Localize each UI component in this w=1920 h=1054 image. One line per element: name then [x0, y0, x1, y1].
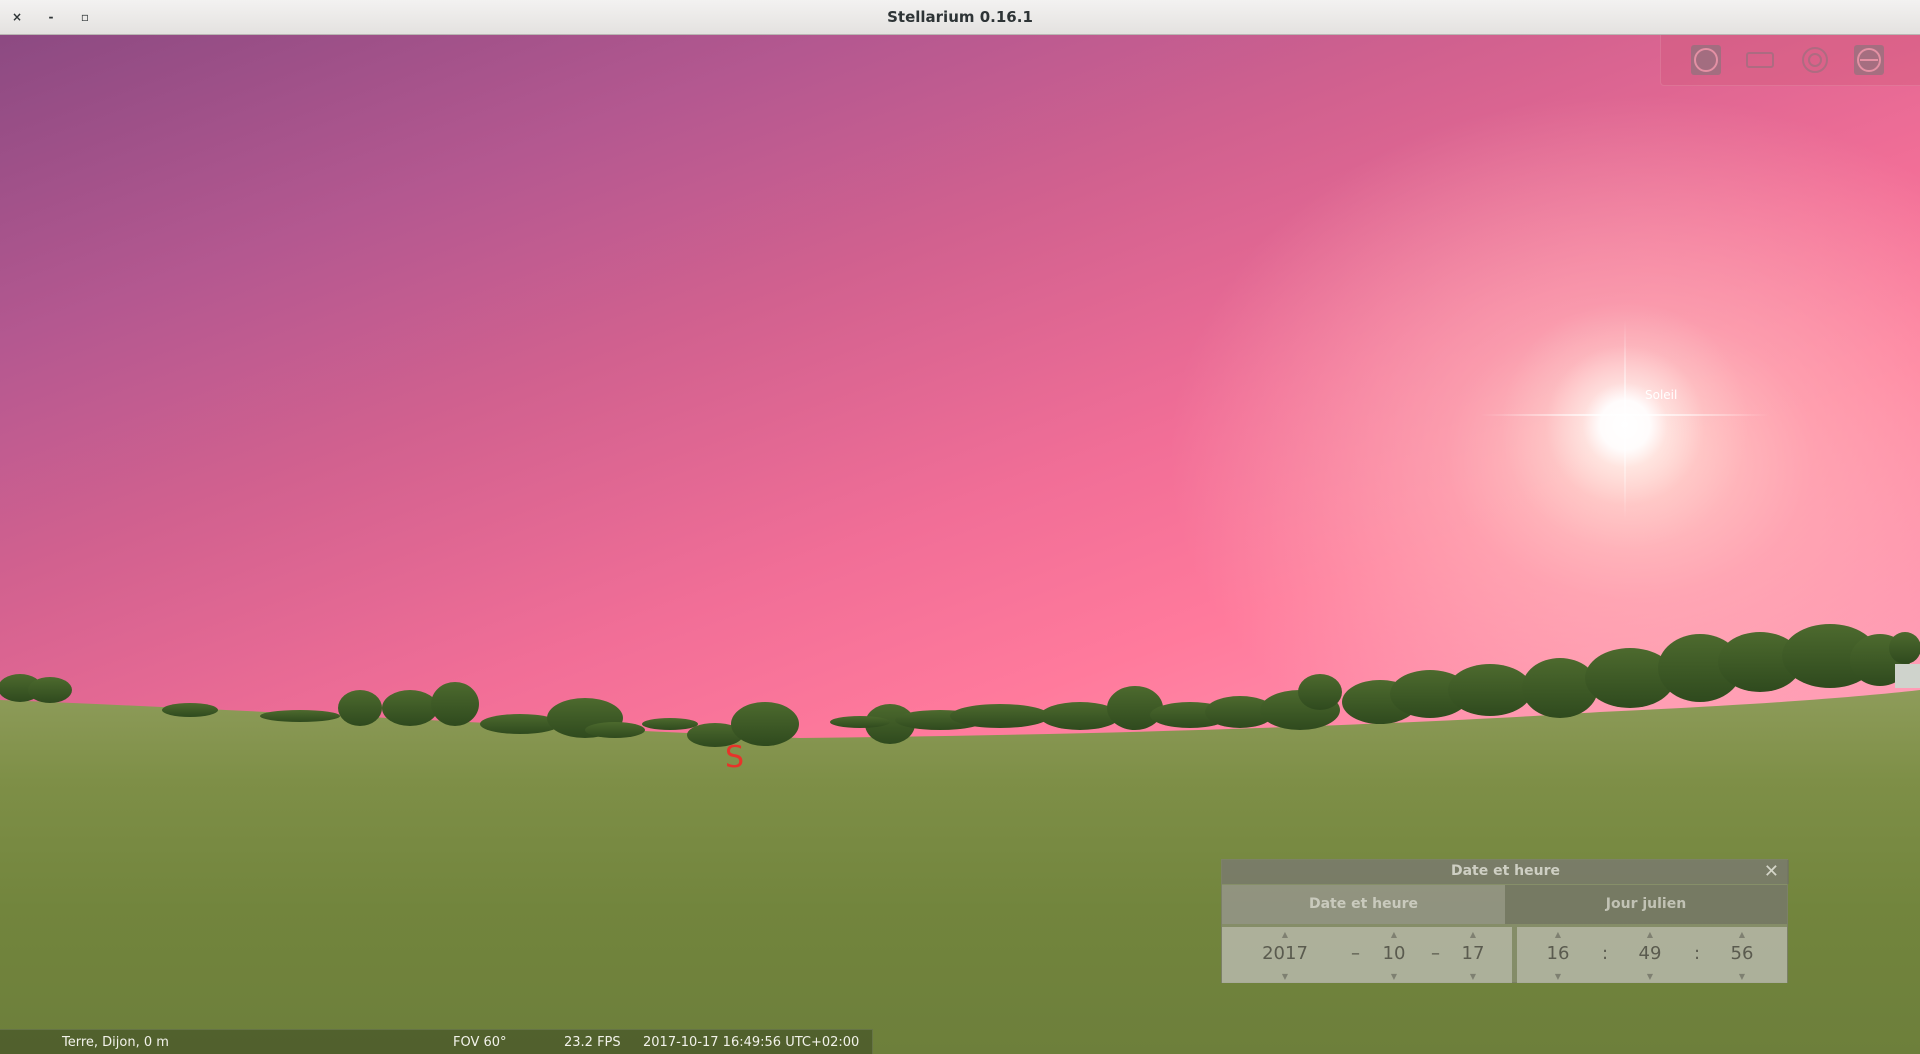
- day-spinbox[interactable]: ▲ 17 ▼: [1448, 927, 1498, 983]
- second-spinbox[interactable]: ▲ 56 ▼: [1717, 927, 1767, 983]
- minute-up-arrow[interactable]: ▲: [1625, 931, 1675, 939]
- date-separator: –: [1431, 943, 1440, 964]
- hour-value[interactable]: 16: [1533, 941, 1583, 967]
- dialog-close-button[interactable]: ✕: [1764, 861, 1779, 883]
- dialog-title[interactable]: Date et heure: [1222, 860, 1789, 884]
- second-down-arrow[interactable]: ▼: [1717, 973, 1767, 981]
- tab-jour-julien[interactable]: Jour julien: [1505, 885, 1787, 924]
- day-up-arrow[interactable]: ▲: [1448, 931, 1498, 939]
- date-fields: ▲ 2017 ▼ – ▲ 10 ▼ – ▲ 17 ▼: [1222, 927, 1512, 983]
- minute-down-arrow[interactable]: ▼: [1625, 973, 1675, 981]
- full-screen-icon[interactable]: [1689, 43, 1723, 77]
- date-time-dialog: Date et heure ✕ Date et heure Jour julie…: [1221, 859, 1789, 983]
- year-spinbox[interactable]: ▲ 2017 ▼: [1245, 927, 1325, 983]
- stellarium-window: × - ▫ Stellarium 0.16.1 Soleil S Date et…: [0, 0, 1920, 1054]
- hour-down-arrow[interactable]: ▼: [1533, 973, 1583, 981]
- minute-value[interactable]: 49: [1625, 941, 1675, 967]
- night-mode-icon[interactable]: [1798, 43, 1832, 77]
- minute-spinbox[interactable]: ▲ 49 ▼: [1625, 927, 1675, 983]
- status-fov: FOV 60°: [453, 1035, 507, 1050]
- status-fps: 23.2 FPS: [564, 1035, 621, 1050]
- time-fields: ▲ 16 ▼ : ▲ 49 ▼ : ▲ 56 ▼: [1517, 927, 1787, 983]
- year-down-arrow[interactable]: ▼: [1245, 973, 1325, 981]
- hour-up-arrow[interactable]: ▲: [1533, 931, 1583, 939]
- month-value[interactable]: 10: [1369, 941, 1419, 967]
- month-spinbox[interactable]: ▲ 10 ▼: [1369, 927, 1419, 983]
- hour-spinbox[interactable]: ▲ 16 ▼: [1533, 927, 1583, 983]
- year-value[interactable]: 2017: [1245, 941, 1325, 967]
- year-up-arrow[interactable]: ▲: [1245, 931, 1325, 939]
- month-down-arrow[interactable]: ▼: [1369, 973, 1419, 981]
- time-separator: :: [1694, 943, 1701, 964]
- status-datetime: 2017-10-17 16:49:56 UTC+02:00: [643, 1035, 860, 1050]
- status-location: Terre, Dijon, 0 m: [62, 1035, 169, 1050]
- status-bar: Terre, Dijon, 0 m FOV 60° 23.2 FPS 2017-…: [0, 1029, 873, 1054]
- building: [1895, 664, 1920, 688]
- date-separator: –: [1351, 943, 1360, 964]
- day-down-arrow[interactable]: ▼: [1448, 973, 1498, 981]
- month-up-arrow[interactable]: ▲: [1369, 931, 1419, 939]
- quit-icon[interactable]: [1852, 43, 1886, 77]
- top-right-toolbar: [1660, 35, 1920, 86]
- second-value[interactable]: 56: [1717, 941, 1767, 967]
- day-value[interactable]: 17: [1448, 941, 1498, 967]
- time-separator: :: [1602, 943, 1609, 964]
- second-up-arrow[interactable]: ▲: [1717, 931, 1767, 939]
- screenshot-icon[interactable]: [1743, 43, 1777, 77]
- tab-date-et-heure[interactable]: Date et heure: [1222, 885, 1505, 924]
- cardinal-south-label: S: [725, 740, 745, 775]
